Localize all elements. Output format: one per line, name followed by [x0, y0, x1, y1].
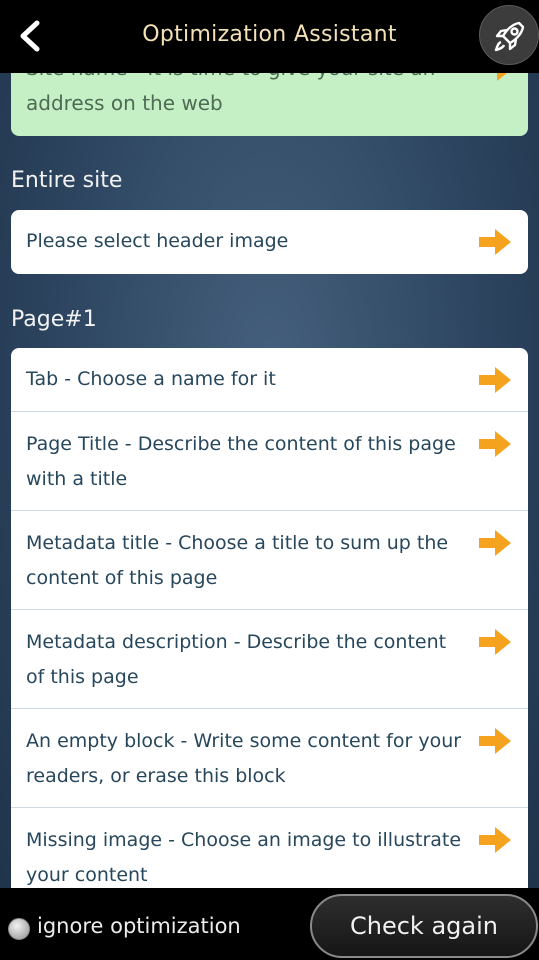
list-item-text: Page Title - Describe the content of thi… — [26, 433, 456, 490]
list-item[interactable]: Metadata description - Describe the cont… — [11, 610, 528, 709]
list-item[interactable]: An empty block - Write some content for … — [11, 709, 528, 808]
section-label-entire-site: Entire site — [11, 168, 123, 193]
list-item-text: Metadata title - Choose a title to sum u… — [26, 532, 449, 589]
list-item[interactable]: Please select header image — [11, 210, 528, 274]
list-item-text: Metadata description - Describe the cont… — [26, 631, 447, 688]
entire-site-card: Please select header image — [11, 210, 528, 274]
top-bar: Optimization Assistant — [0, 0, 539, 73]
arrow-right-icon — [479, 728, 511, 754]
arrow-right-icon — [479, 431, 511, 457]
arrow-right-icon — [479, 629, 511, 655]
list-item[interactable]: Tab - Choose a name for it — [11, 348, 528, 412]
arrow-right-icon — [479, 229, 511, 255]
optimization-list[interactable]: Site name - It is time to give your site… — [0, 73, 539, 888]
page-title: Optimization Assistant — [142, 22, 397, 47]
rocket-button[interactable] — [479, 5, 539, 65]
ignore-optimization-checkbox[interactable] — [8, 918, 30, 940]
arrow-right-icon — [479, 827, 511, 853]
list-item-text: Missing image - Choose an image to illus… — [26, 829, 462, 886]
completed-item[interactable]: Site name - It is time to give your site… — [11, 73, 528, 136]
page-card: Tab - Choose a name for it Page Title - … — [11, 348, 528, 888]
list-item[interactable]: Missing image - Choose an image to illus… — [11, 808, 528, 888]
list-item-text: An empty block - Write some content for … — [26, 730, 462, 787]
list-item-text: Please select header image — [26, 230, 289, 252]
list-item[interactable]: Page Title - Describe the content of thi… — [11, 412, 528, 511]
ignore-optimization-label[interactable]: ignore optimization — [37, 914, 241, 938]
rocket-icon — [494, 21, 525, 52]
arrow-right-icon — [479, 530, 511, 556]
section-label-page: Page#1 — [11, 307, 97, 332]
completed-item-text: Site name - It is time to give your site… — [26, 73, 435, 115]
arrow-right-icon — [481, 73, 507, 81]
list-item-text: Tab - Choose a name for it — [26, 368, 276, 390]
arrow-right-icon — [479, 367, 511, 393]
list-item[interactable]: Metadata title - Choose a title to sum u… — [11, 511, 528, 610]
check-again-button[interactable]: Check again — [310, 894, 538, 958]
